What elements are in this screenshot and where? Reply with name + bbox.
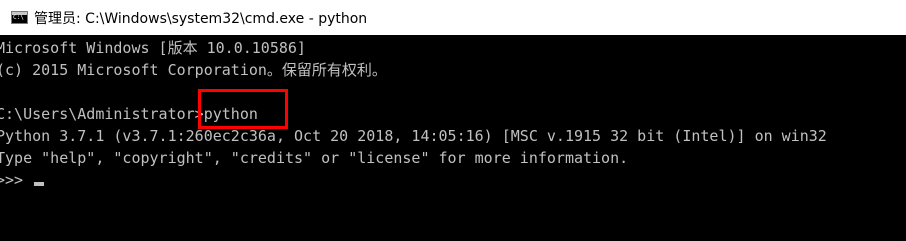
window-title: 管理员: C:\Windows\system32\cmd.exe - pytho…: [34, 10, 368, 27]
console-line-version: Microsoft Windows [版本 10.0.10586]: [0, 39, 306, 57]
console-line-python-version: Python 3.7.1 (v3.7.1:260ec2c36a, Oct 20 …: [0, 127, 827, 145]
python-prompt-line[interactable]: >>>: [0, 169, 906, 191]
console-output[interactable]: Microsoft Windows [版本 10.0.10586] (c) 20…: [0, 35, 906, 241]
cmd-icon: [11, 11, 28, 24]
text-cursor: [34, 182, 45, 186]
console-line-copyright: (c) 2015 Microsoft Corporation。保留所有权利。: [0, 61, 387, 79]
python-prompt: >>>: [0, 171, 24, 189]
cmd-window: 管理员: C:\Windows\system32\cmd.exe - pytho…: [0, 0, 906, 241]
console-line-help: Type "help", "copyright", "credits" or "…: [0, 149, 629, 167]
console-line-command: C:\Users\Administrator>python: [0, 105, 258, 123]
title-bar[interactable]: 管理员: C:\Windows\system32\cmd.exe - pytho…: [0, 0, 906, 35]
